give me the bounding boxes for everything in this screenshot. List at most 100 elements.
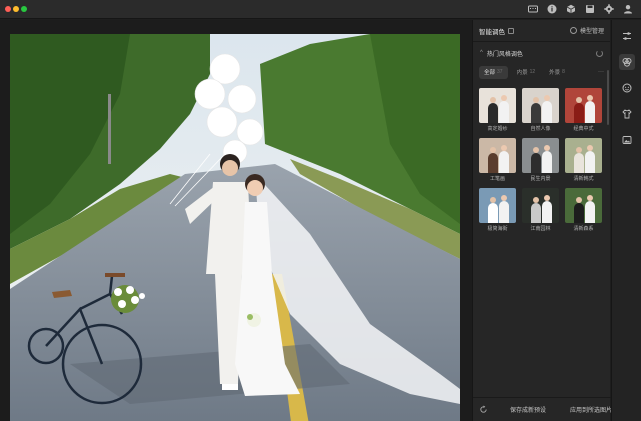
info-icon[interactable] (547, 4, 557, 14)
palette-icon[interactable] (619, 54, 635, 70)
thumbnail-figure (499, 151, 509, 173)
preset-label: 江南园林 (530, 226, 551, 232)
preset-card[interactable]: 清新韩式 (565, 138, 602, 182)
preset-thumbnail[interactable] (479, 188, 516, 223)
preset-thumbnail[interactable] (522, 188, 559, 223)
preset-label: 高定婚纱 (487, 126, 508, 132)
thumbnail-head (533, 97, 539, 103)
save-icon[interactable] (585, 4, 595, 14)
sliders-icon[interactable] (619, 28, 635, 44)
expand-icon[interactable] (508, 27, 514, 34)
thumbnail-figure (531, 103, 541, 123)
face-retouch-icon[interactable] (619, 80, 635, 96)
tab-label: 外景 (549, 70, 561, 76)
thumbnail-head (576, 97, 582, 103)
tab-count: 37 (497, 69, 503, 75)
gear-icon[interactable] (604, 4, 614, 14)
preset-label: 极简海街 (487, 226, 508, 232)
thumbnail-figure (499, 101, 509, 123)
preset-thumbnail[interactable] (522, 88, 559, 123)
preset-card[interactable]: 自然人像 (522, 88, 559, 132)
tab-interior[interactable]: 内景 12 (512, 66, 541, 79)
title-bar (0, 0, 641, 19)
preset-label: 自然人像 (530, 126, 551, 132)
tab-label: 内景 (516, 70, 528, 76)
preset-grid: 高定婚纱 自然人像 经典中式工笔画 民生内景 清新韩式极简海街 江南园林 清新森系 (479, 88, 603, 232)
thumbnail-figure (542, 201, 552, 223)
thumbnail-head (533, 147, 539, 153)
style-panel: 智能调色 模型管理 ^ 热门风格调色 全部 37 内景 12 外景 8 ··· … (472, 20, 612, 421)
keyboard-icon[interactable] (528, 4, 538, 14)
preset-card[interactable]: 高定婚纱 (479, 88, 516, 132)
model-manage-label: 模型管理 (579, 29, 604, 35)
thumbnail-figure (542, 101, 552, 123)
close-window-button[interactable] (5, 6, 11, 12)
save-as-preset-button[interactable]: 保存成新预设 (510, 405, 546, 414)
preset-card[interactable]: 江南园林 (522, 188, 559, 232)
maximize-window-button[interactable] (21, 6, 27, 12)
reset-icon[interactable] (479, 405, 488, 414)
preset-thumbnail[interactable] (479, 88, 516, 123)
category-tabs: 全部 37 内景 12 外景 8 ··· (473, 64, 610, 80)
thumbnail-figure (531, 153, 541, 173)
preset-label: 工笔画 (489, 176, 505, 182)
chevron-up-icon[interactable]: ^ (480, 50, 483, 56)
preset-card[interactable]: 极简海街 (479, 188, 516, 232)
thumbnail-figure (574, 203, 584, 223)
thumbnail-figure (531, 203, 541, 223)
more-tabs-button[interactable]: ··· (598, 69, 604, 75)
tab-all[interactable]: 全部 37 (479, 65, 508, 79)
preset-thumbnail[interactable] (565, 188, 602, 223)
cube-icon[interactable] (566, 4, 576, 14)
thumbnail-figure (574, 103, 584, 123)
tool-rail (611, 20, 641, 421)
preset-label: 清新韩式 (573, 176, 594, 182)
panel-scrollbar[interactable] (607, 70, 609, 125)
model-manage-button[interactable]: 模型管理 (569, 26, 604, 35)
thumbnail-head (587, 95, 593, 101)
thumbnail-figure (574, 153, 584, 173)
thumbnail-head (576, 147, 582, 153)
thumbnail-figure (542, 151, 552, 173)
section-header[interactable]: ^ 热门风格调色 (473, 42, 610, 64)
tab-label: 全部 (484, 70, 496, 76)
section-title: 热门风格调色 (486, 51, 523, 58)
minimize-window-button[interactable] (13, 6, 19, 12)
preset-thumbnail[interactable] (565, 88, 602, 123)
image-icon[interactable] (619, 132, 635, 148)
preset-card[interactable]: 经典中式 (565, 88, 602, 132)
refresh-icon[interactable] (596, 49, 603, 57)
thumbnail-head (544, 145, 550, 151)
shirt-icon[interactable] (619, 106, 635, 122)
preset-thumbnail[interactable] (565, 138, 602, 173)
preset-label: 清新森系 (573, 226, 594, 232)
model-icon (569, 27, 577, 34)
panel-header: 智能调色 模型管理 (473, 20, 610, 42)
preset-thumbnail[interactable] (479, 138, 516, 173)
preset-card[interactable]: 工笔画 (479, 138, 516, 182)
tab-count: 8 (562, 69, 565, 75)
thumbnail-figure (585, 201, 595, 223)
thumbnail-head (544, 195, 550, 201)
tab-exterior[interactable]: 外景 8 (544, 66, 570, 79)
thumbnail-figure (488, 103, 498, 123)
user-icon[interactable] (623, 4, 633, 14)
thumbnail-figure (585, 151, 595, 173)
wedding-photo[interactable] (10, 34, 460, 421)
preset-card[interactable]: 清新森系 (565, 188, 602, 232)
preset-thumbnail[interactable] (522, 138, 559, 173)
tab-count: 12 (529, 69, 536, 75)
image-canvas[interactable] (0, 20, 472, 421)
thumbnail-head (490, 147, 496, 153)
thumbnail-head (501, 95, 507, 101)
thumbnail-head (587, 195, 593, 201)
thumbnail-head (544, 95, 550, 101)
panel-title: 智能调色 (479, 28, 505, 36)
panel-footer: 保存成新预设 应用到所选图片 (473, 397, 612, 421)
thumbnail-figure (488, 153, 498, 173)
preset-card[interactable]: 民生内景 (522, 138, 559, 182)
thumbnail-head (587, 145, 593, 151)
preset-label: 民生内景 (530, 176, 551, 182)
thumbnail-head (490, 197, 496, 203)
apply-to-selected-button[interactable]: 应用到所选图片 (570, 405, 612, 414)
